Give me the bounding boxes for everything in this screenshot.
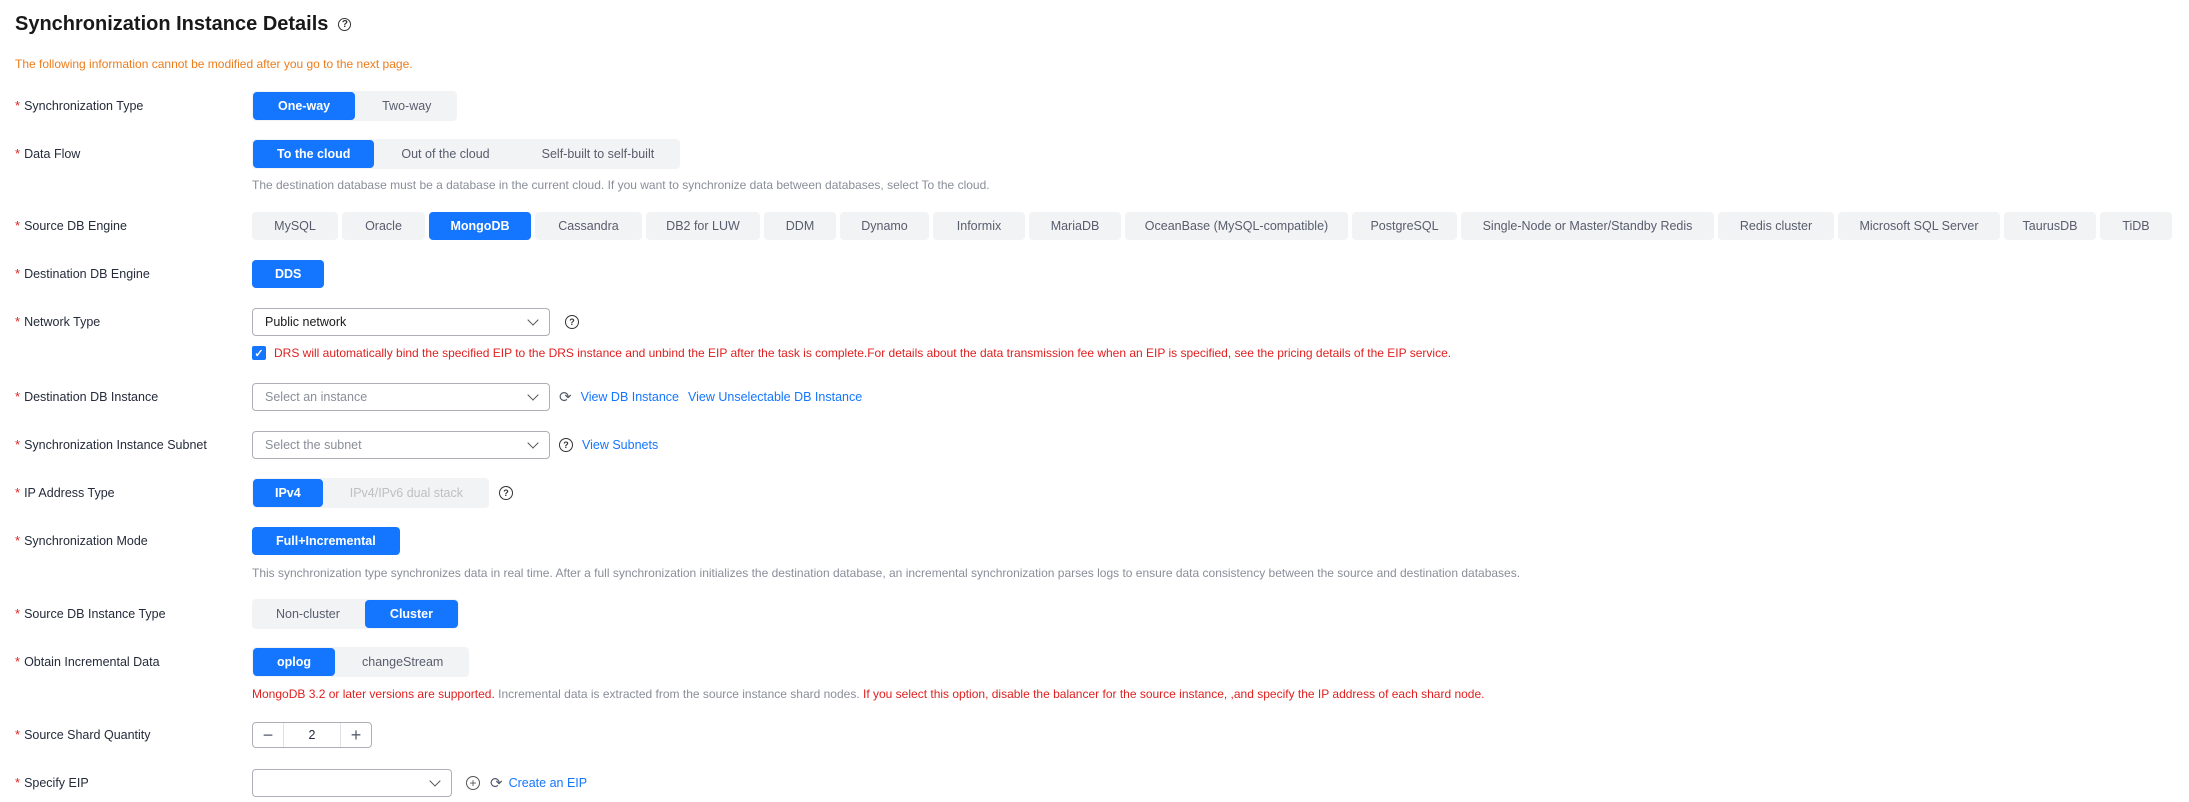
view-unselectable-instance-link[interactable]: View Unselectable DB Instance [688,390,862,404]
page-header: Synchronization Instance Details ? [15,10,352,38]
data-flow-self-built[interactable]: Self-built to self-built [516,140,680,168]
dest-engine-label: * Destination DB Engine [15,266,150,281]
eip-binding-notice: ✓ DRS will automatically bind the specif… [252,346,1451,360]
page-title: Synchronization Instance Details [15,12,329,35]
engine-postgresql[interactable]: PostgreSQL [1352,212,1457,240]
engine-dynamo[interactable]: Dynamo [840,212,929,240]
incremental-oplog[interactable]: oplog [253,648,336,676]
network-type-label: * Network Type [15,314,101,329]
shard-qty-label: * Source Shard Quantity [15,727,151,742]
add-circle-icon[interactable]: + [466,776,480,790]
sync-type-one-way[interactable]: One-way [253,92,356,120]
engine-mariadb[interactable]: MariaDB [1029,212,1121,240]
engine-db2[interactable]: DB2 for LUW [646,212,760,240]
data-flow-hint: The destination database must be a datab… [252,178,990,192]
sync-mode-selector: Full+Incremental [252,526,400,556]
instance-type-non-cluster[interactable]: Non-cluster [253,600,363,628]
incremental-hint: MongoDB 3.2 or later versions are suppor… [252,687,1485,701]
sync-type-two-way[interactable]: Two-way [357,92,457,120]
subnet-label: * Synchronization Instance Subnet [15,437,207,452]
instance-type-cluster[interactable]: Cluster [364,600,458,628]
engine-mongodb[interactable]: MongoDB [429,212,531,240]
engine-redis-cluster[interactable]: Redis cluster [1718,212,1834,240]
engine-informix[interactable]: Informix [933,212,1025,240]
engine-oracle[interactable]: Oracle [342,212,425,240]
sync-type-selector: One-way Two-way [252,91,458,121]
refresh-icon[interactable]: ⟳ [490,776,503,791]
check-icon: ✓ [254,347,264,360]
help-icon[interactable]: ? [565,315,579,329]
src-instance-type-selector: Non-cluster Cluster [252,599,459,629]
chevron-down-icon [429,775,441,787]
dest-engine-selector: DDS [252,259,325,289]
incremental-changestream[interactable]: changeStream [337,648,469,676]
eip-label: * Specify EIP [15,775,89,790]
minus-icon[interactable]: − [253,723,283,747]
eip-binding-text: DRS will automatically bind the specifie… [274,346,1452,360]
ip-type-selector: IPv4 IPv4/IPv6 dual stack [252,478,489,508]
engine-mysql[interactable]: MySQL [252,212,338,240]
src-instance-type-label: * Source DB Instance Type [15,606,166,621]
network-type-select[interactable]: Public network [252,308,550,336]
plus-icon[interactable]: + [341,723,371,747]
sync-mode-label: * Synchronization Mode [15,533,148,548]
subnet-placeholder: Select the subnet [265,438,362,452]
source-engine-selector: MySQL Oracle MongoDB Cassandra DB2 for L… [252,212,2172,240]
chevron-down-icon [527,437,539,449]
source-engine-label: * Source DB Engine [15,218,127,233]
shard-qty-value[interactable]: 2 [283,723,341,747]
eip-select[interactable] [252,769,452,797]
dest-engine-dds[interactable]: DDS [252,260,325,288]
eip-binding-checkbox[interactable]: ✓ [252,346,266,360]
help-icon[interactable]: ? [338,17,352,31]
engine-taurusdb[interactable]: TaurusDB [2004,212,2096,240]
view-db-instance-link[interactable]: View DB Instance [581,390,679,404]
incremental-label: * Obtain Incremental Data [15,654,160,669]
engine-oceanbase[interactable]: OceanBase (MySQL-compatible) [1125,212,1348,240]
dest-instance-label: * Destination DB Instance [15,389,159,404]
create-eip-link[interactable]: Create an EIP [509,776,588,790]
engine-ddm[interactable]: DDM [764,212,836,240]
data-flow-to-cloud[interactable]: To the cloud [253,140,375,168]
ip-type-label: * IP Address Type [15,485,115,500]
sync-type-label: * Synchronization Type [15,98,144,113]
sync-mode-hint: This synchronization type synchronizes d… [252,566,1521,580]
warning-text: The following information cannot be modi… [15,57,413,71]
view-subnets-link[interactable]: View Subnets [582,438,658,452]
engine-cassandra[interactable]: Cassandra [535,212,642,240]
incremental-selector: oplog changeStream [252,647,470,677]
chevron-down-icon [527,389,539,401]
ip-type-ipv4[interactable]: IPv4 [253,479,323,507]
chevron-down-icon [527,314,539,326]
refresh-icon[interactable]: ⟳ [559,390,572,405]
help-icon[interactable]: ? [559,438,573,452]
engine-tidb[interactable]: TiDB [2100,212,2172,240]
subnet-select[interactable]: Select the subnet [252,431,550,459]
sync-mode-full-incremental[interactable]: Full+Incremental [252,527,400,555]
dest-instance-placeholder: Select an instance [265,390,368,404]
ip-type-dual-stack: IPv4/IPv6 dual stack [324,479,488,507]
data-flow-out-of-cloud[interactable]: Out of the cloud [376,140,515,168]
network-type-value: Public network [265,315,347,329]
help-icon[interactable]: ? [498,486,513,500]
data-flow-label: * Data Flow [15,146,81,161]
data-flow-selector: To the cloud Out of the cloud Self-built… [252,139,681,169]
engine-single-redis[interactable]: Single-Node or Master/Standby Redis [1461,212,1714,240]
shard-qty-stepper: − 2 + [252,722,372,748]
dest-instance-select[interactable]: Select an instance [252,383,550,411]
engine-sqlserver[interactable]: Microsoft SQL Server [1838,212,2000,240]
